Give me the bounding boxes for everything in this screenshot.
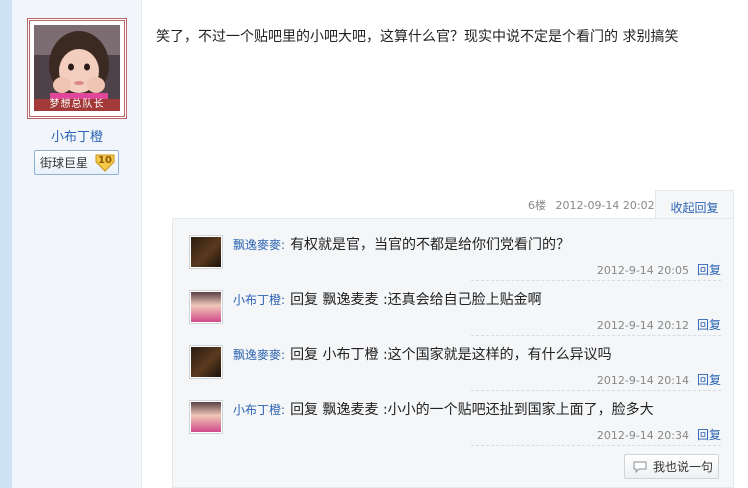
reply-text: 回复 飘逸麦麦 :还真会给自己脸上贴金啊 [290,292,542,308]
reply-time: 2012-9-14 20:34 [596,429,689,442]
avatar-banner: 梦想总队长 [34,99,120,111]
reply-text: 有权就是官，当官的不都是给你们党看门的？ [290,237,571,253]
reply-footer: 2012-9-14 20:12 回复 [471,316,721,336]
reply-button[interactable]: 回复 [697,263,721,277]
reply-item: 飘逸麥麥: 有权就是官，当官的不都是给你们党看门的？ 2012-9-14 20:0… [189,235,721,287]
girl-photo-avatar-icon [191,402,221,432]
reply-panel: 飘逸麥麥: 有权就是官，当官的不都是给你们党看门的？ 2012-9-14 20:0… [172,218,734,488]
reply-footer: 2012-9-14 20:14 回复 [471,371,721,391]
badge-label: 街球巨星 [40,156,89,170]
reply-text: 回复 飘逸麦麦 :小小的一个贴吧还扯到国家上面了，脸多大 [290,402,654,418]
reply-text: 回复 小布丁橙 :这个国家就是这样的，有什么异议吗 [290,347,612,363]
say-something-button[interactable]: 我也说一句 [624,454,719,479]
reply-line: 飘逸麥麥: 有权就是官，当官的不都是给你们党看门的？ [233,236,723,254]
reply-line: 小布丁橙: 回复 飘逸麦麦 :还真会给自己脸上贴金啊 [233,291,723,309]
reply-time: 2012-9-14 20:12 [596,319,689,332]
reply-username[interactable]: 飘逸麥麥 [233,348,281,362]
reply-button[interactable]: 回复 [697,318,721,332]
speech-bubble-icon [633,461,647,473]
reply-item: 小布丁橙: 回复 飘逸麦麦 :小小的一个贴吧还扯到国家上面了，脸多大 2012-9… [189,400,721,452]
author-avatar[interactable]: 梦想总队长 [34,25,120,111]
badge-level-icon: 10 [95,153,115,172]
reply-avatar[interactable] [189,345,223,379]
reply-avatar[interactable] [189,235,223,269]
reply-line: 小布丁橙: 回复 飘逸麦麦 :小小的一个贴吧还扯到国家上面了，脸多大 [233,401,723,419]
reply-button[interactable]: 回复 [697,373,721,387]
dark-photo-avatar-icon [191,237,221,267]
reply-time: 2012-9-14 20:05 [596,264,689,277]
reply-item: 飘逸麥麥: 回复 小布丁橙 :这个国家就是这样的，有什么异议吗 2012-9-14… [189,345,721,397]
say-button-label: 我也说一句 [653,460,714,474]
post-floor: 6楼 [528,199,546,212]
post-meta: 6楼 2012-09-14 20:02 [528,197,655,213]
reply-item: 小布丁橙: 回复 飘逸麦麦 :还真会给自己脸上贴金啊 2012-9-14 20:1… [189,290,721,342]
collapse-replies-link[interactable]: 收起回复 [655,199,734,216]
page-left-edge [0,0,12,488]
girl-photo-avatar-icon [191,292,221,322]
reply-username[interactable]: 小布丁橙 [233,293,281,307]
reply-footer: 2012-9-14 20:34 回复 [471,426,721,446]
badge-level-number: 10 [98,155,112,166]
reply-colon: : [281,293,286,307]
reply-colon: : [281,403,286,417]
reply-colon: : [281,238,286,252]
reply-line: 飘逸麥麥: 回复 小布丁橙 :这个国家就是这样的，有什么异议吗 [233,346,723,364]
reply-button[interactable]: 回复 [697,428,721,442]
reply-footer: 2012-9-14 20:05 回复 [471,261,721,281]
reply-time: 2012-9-14 20:14 [596,374,689,387]
author-avatar-frame[interactable]: 梦想总队长 [27,18,127,119]
reply-colon: : [281,348,286,362]
dark-photo-avatar-icon [191,347,221,377]
reply-username[interactable]: 小布丁橙 [233,403,281,417]
post-content: 笑了，不过一个贴吧里的小吧大吧，这算什么官？现实中说不定是个看门的 求别搞笑 [156,29,679,45]
post-time: 2012-09-14 20:02 [555,199,655,212]
reply-avatar[interactable] [189,290,223,324]
author-sidebar: 梦想总队长 小布丁橙 街球巨星 10 [12,0,142,488]
reply-avatar[interactable] [189,400,223,434]
member-badge[interactable]: 街球巨星 10 [34,150,119,175]
reply-username[interactable]: 飘逸麥麥 [233,238,281,252]
author-name[interactable]: 小布丁橙 [12,126,142,145]
